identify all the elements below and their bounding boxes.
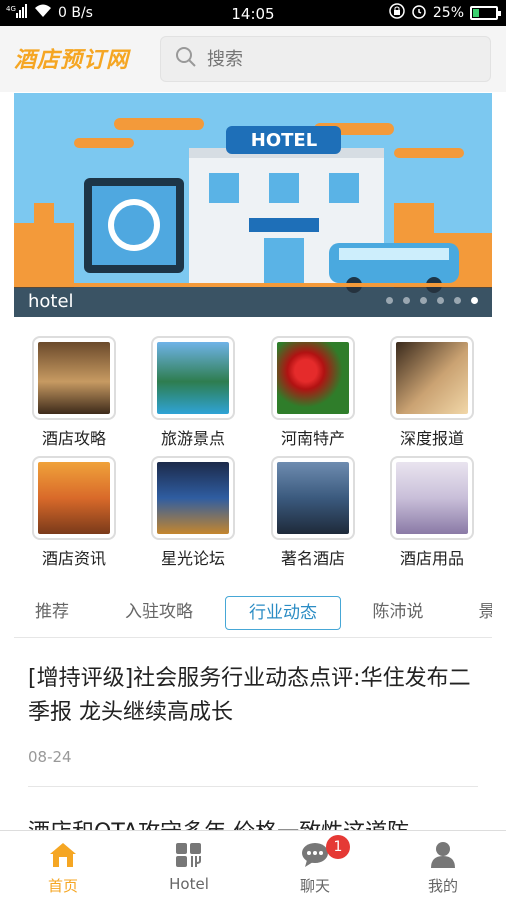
category-famous-hotels[interactable]: 著名酒店 bbox=[253, 456, 373, 568]
carousel-dot-active[interactable] bbox=[471, 297, 478, 304]
hotel-sign-text: HOTEL bbox=[251, 130, 317, 151]
category-thumb bbox=[32, 456, 116, 540]
category-hotel-news[interactable]: 酒店资讯 bbox=[14, 456, 134, 568]
carousel-dots bbox=[386, 297, 478, 304]
tab-industry-news[interactable]: 行业动态 bbox=[225, 596, 341, 630]
category-in-depth-report[interactable]: 深度报道 bbox=[372, 336, 492, 448]
category-henan-specialty[interactable]: 河南特产 bbox=[253, 336, 373, 448]
category-thumb bbox=[390, 336, 474, 420]
category-label: 星光论坛 bbox=[160, 549, 225, 568]
battery-icon bbox=[470, 6, 501, 20]
news-item[interactable]: [增持评级]社会服务行业动态点评:华住发布二季报 龙头继续高成长 08-24 bbox=[28, 662, 478, 766]
nav-home[interactable]: 首页 bbox=[0, 831, 126, 900]
status-bar: 4G 0 B/s 14:05 25% bbox=[0, 0, 506, 26]
category-thumb bbox=[32, 336, 116, 420]
nav-label: 首页 bbox=[47, 877, 78, 895]
tab-settle-guide[interactable]: 入驻攻略 bbox=[114, 596, 204, 630]
nav-chat[interactable]: 1 聊天 bbox=[252, 831, 378, 900]
home-icon bbox=[48, 841, 78, 873]
category-thumb bbox=[151, 456, 235, 540]
red-fruit-image bbox=[277, 342, 349, 414]
carousel-dot[interactable] bbox=[403, 297, 410, 304]
sunset-hotel-image bbox=[38, 462, 110, 534]
category-tourist-spots[interactable]: 旅游景点 bbox=[133, 336, 253, 448]
carousel-dot[interactable] bbox=[437, 297, 444, 304]
tab-chen-peishuo[interactable]: 陈沛说 bbox=[362, 596, 434, 630]
nav-hotel[interactable]: Hotel bbox=[126, 831, 252, 900]
banner-illustration: HOTEL bbox=[14, 118, 492, 293]
news-divider bbox=[28, 786, 478, 787]
lock-icon bbox=[389, 3, 405, 23]
category-thumb bbox=[271, 456, 355, 540]
battery-percent: 25% bbox=[432, 5, 464, 21]
banner-caption: hotel bbox=[14, 287, 492, 317]
nav-label: 聊天 bbox=[299, 877, 330, 895]
category-label: 旅游景点 bbox=[160, 429, 225, 448]
carousel-dot[interactable] bbox=[386, 297, 393, 304]
tab-scenic[interactable]: 景 bbox=[472, 596, 493, 630]
hotel-supplies-image bbox=[396, 462, 468, 534]
category-label: 酒店用品 bbox=[399, 549, 464, 568]
nav-mine[interactable]: 我的 bbox=[380, 831, 506, 900]
category-label: 酒店资讯 bbox=[41, 549, 106, 568]
tab-recommend[interactable]: 推荐 bbox=[24, 596, 80, 630]
alarm-icon bbox=[411, 3, 427, 23]
unread-badge: 1 bbox=[326, 835, 350, 859]
resort-pool-image bbox=[157, 342, 229, 414]
category-thumb bbox=[390, 456, 474, 540]
nav-label: Hotel bbox=[169, 875, 209, 893]
category-label: 深度报道 bbox=[399, 429, 464, 448]
nav-label: 我的 bbox=[427, 877, 458, 895]
night-resort-image bbox=[157, 462, 229, 534]
category-starlight-forum[interactable]: 星光论坛 bbox=[133, 456, 253, 568]
grid-icon bbox=[174, 841, 204, 873]
search-input[interactable] bbox=[207, 48, 467, 70]
app-header: 酒店预订网 bbox=[0, 26, 506, 92]
banner-caption-text: hotel bbox=[28, 291, 74, 312]
search-icon bbox=[175, 46, 197, 72]
app-logo[interactable]: 酒店预订网 bbox=[14, 42, 129, 74]
carousel-dot[interactable] bbox=[420, 297, 427, 304]
hotel-room-image bbox=[396, 342, 468, 414]
category-label: 酒店攻略 bbox=[41, 429, 106, 448]
category-hotel-guide[interactable]: 酒店攻略 bbox=[14, 336, 134, 448]
news-title: [增持评级]社会服务行业动态点评:华住发布二季报 龙头继续高成长 bbox=[28, 666, 471, 725]
status-right: 25% bbox=[389, 0, 501, 26]
category-hotel-supplies[interactable]: 酒店用品 bbox=[372, 456, 492, 568]
category-label: 河南特产 bbox=[280, 429, 345, 448]
bottom-nav: 首页 Hotel 1 聊天 我的 bbox=[0, 830, 506, 900]
user-icon bbox=[428, 841, 458, 873]
banner-carousel[interactable]: HOTEL hotel bbox=[14, 93, 492, 317]
news-tabs: 推荐 入驻攻略 行业动态 陈沛说 景 bbox=[14, 590, 492, 638]
carousel-dot[interactable] bbox=[454, 297, 461, 304]
category-thumb bbox=[271, 336, 355, 420]
hotel-lobby-image bbox=[38, 342, 110, 414]
skyscraper-hotel-image bbox=[277, 462, 349, 534]
category-label: 著名酒店 bbox=[280, 549, 345, 568]
search-bar[interactable] bbox=[160, 36, 491, 82]
category-thumb bbox=[151, 336, 235, 420]
news-date: 08-24 bbox=[28, 748, 72, 766]
